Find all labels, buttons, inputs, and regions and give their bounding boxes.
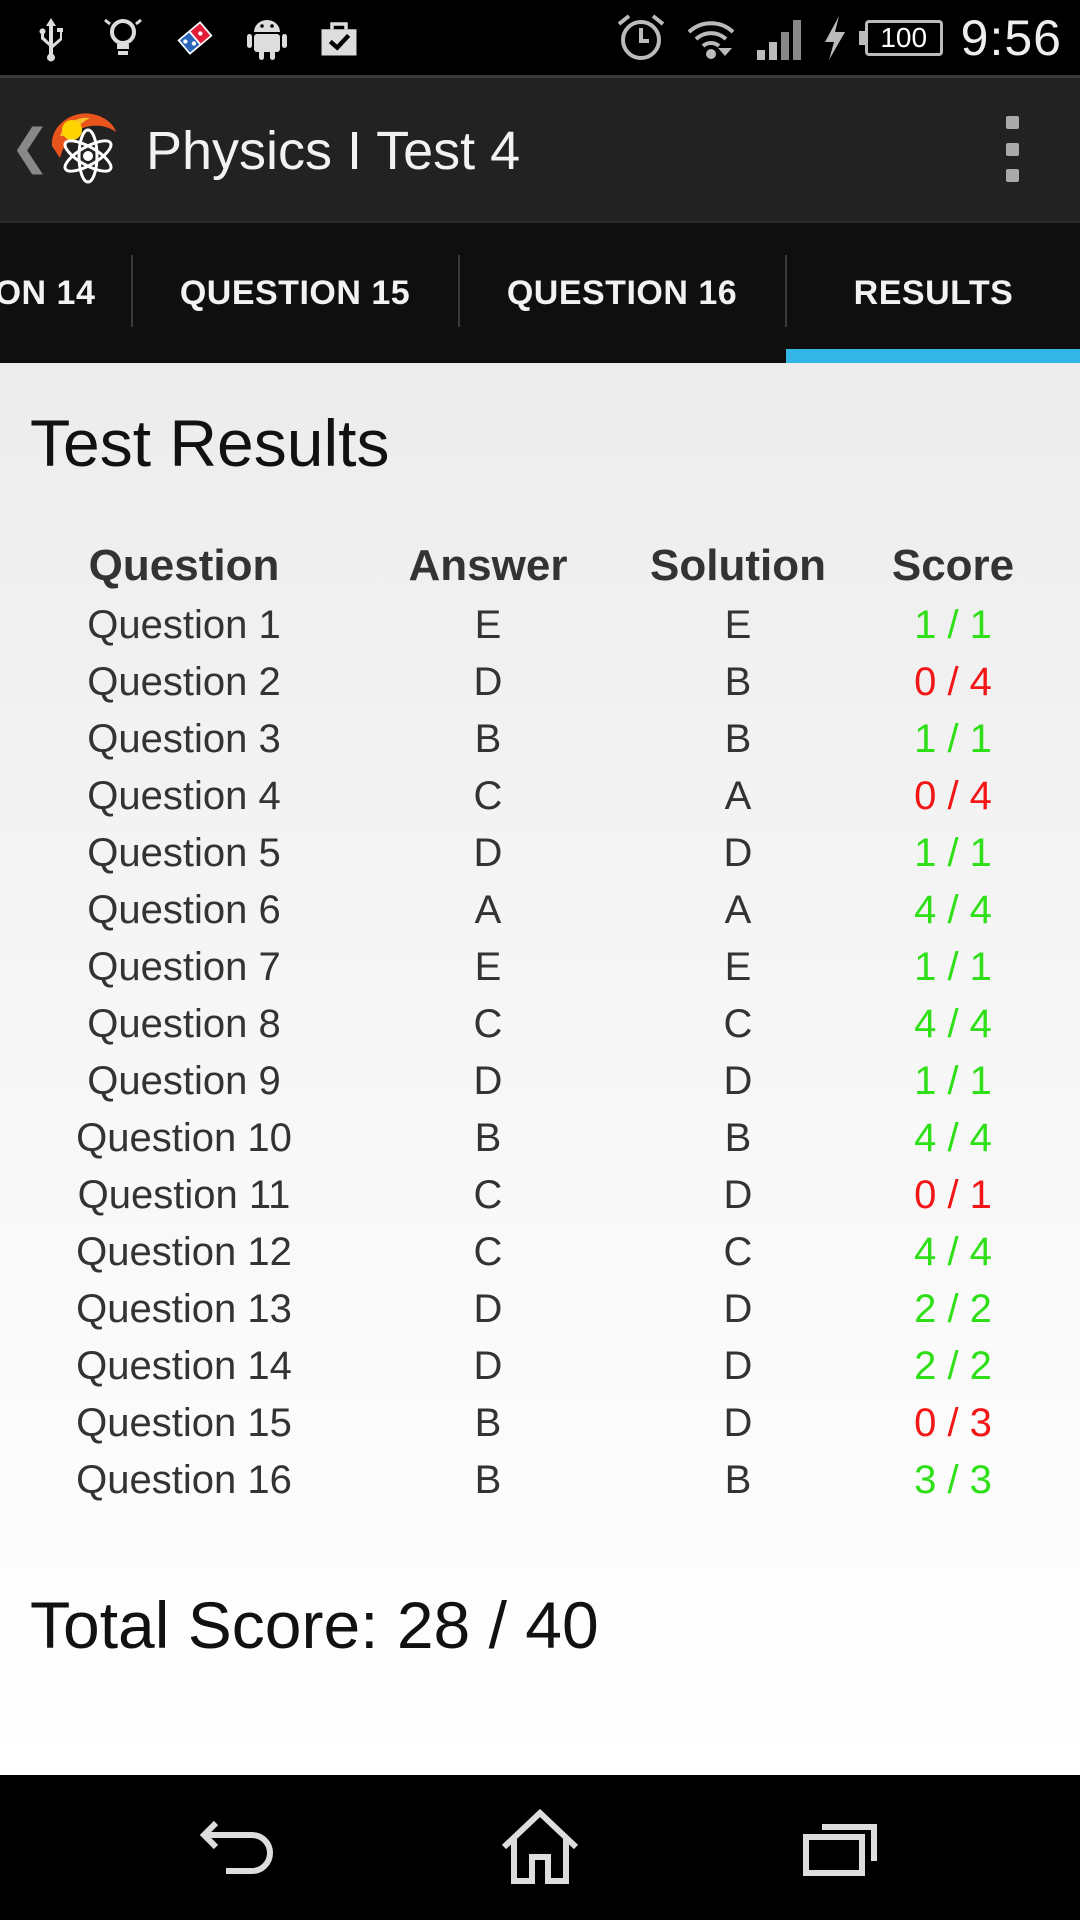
table-row: Question 8CC4 / 4 [30, 996, 1030, 1053]
table-row: Question 12 C C 4 / 4 [30, 1224, 1030, 1281]
tab-question-15[interactable]: QUESTION 15 [133, 223, 457, 363]
table-row: Question 13 D D 2 / 2 [30, 1281, 1030, 1338]
score-cell: 1 / 1 [914, 945, 992, 989]
question-cell: Question 6 [87, 888, 281, 932]
usb-icon [30, 14, 72, 62]
table-row: Question 1EE1 / 1 [30, 597, 1030, 654]
notification-icons [30, 10, 360, 65]
question-cell: Question 3 [87, 717, 281, 761]
question-cell: Question 14 [76, 1344, 292, 1388]
tab-strip: ON 14 QUESTION 15 QUESTION 16 RESULTS [0, 221, 1080, 363]
results-content: Test Results Question Answer Solution Sc… [0, 363, 1080, 1775]
question-cell: Question 11 [77, 1173, 291, 1217]
navigation-bar [0, 1775, 1080, 1920]
android-icon [246, 14, 288, 62]
total-score: Total Score: 28 / 40 [30, 1588, 599, 1662]
clipboard-check-icon [318, 14, 360, 62]
column-header-score: Score [891, 541, 1015, 590]
question-cell: Question 8 [87, 1002, 281, 1046]
score-cell: 1 / 1 [914, 831, 992, 875]
table-row: Question 16 B B 3 / 3 [30, 1452, 1030, 1509]
question-cell: Question 4 [87, 774, 281, 818]
lightbulb-icon [102, 14, 144, 62]
question-cell: Question 2 [87, 660, 281, 704]
score-cell: 1 / 1 [914, 1059, 992, 1103]
back-icon[interactable] [192, 1805, 288, 1889]
score-cell: 2 / 2 [914, 1344, 992, 1388]
atom-logo-icon[interactable] [42, 106, 124, 188]
overflow-menu-icon[interactable] [1000, 116, 1024, 182]
action-bar: ❮ Physics I Test 4 [0, 75, 1080, 221]
table-row: Question 6AA4 / 4 [30, 882, 1030, 939]
system-icons: 100 9:56 [615, 8, 1062, 68]
question-cell: Question 15 [76, 1401, 292, 1445]
score-cell: 0 / 4 [914, 774, 992, 818]
score-cell: 4 / 4 [914, 1116, 992, 1160]
table-row: Question 4CA0 / 4 [30, 768, 1030, 825]
question-cell: Question 5 [87, 831, 281, 875]
score-cell: 2 / 2 [914, 1287, 992, 1331]
tab-results[interactable]: RESULTS [787, 223, 1080, 363]
table-row: Question 7EE1 / 1 [30, 939, 1030, 996]
score-cell: 0 / 4 [914, 660, 992, 704]
battery-icon: 100 [858, 20, 943, 56]
score-cell: 3 / 3 [914, 1458, 992, 1502]
table-row: Question 2DB0 / 4 [30, 654, 1030, 711]
score-cell: 4 / 4 [914, 1230, 992, 1274]
tab-question-14[interactable]: ON 14 [0, 223, 100, 363]
table-row: Question 9DD1 / 1 [30, 1053, 1030, 1110]
question-cell: Question 13 [76, 1287, 292, 1331]
table-row: Question 14 D D 2 / 2 [30, 1338, 1030, 1395]
signal-icon [755, 14, 803, 62]
table-row: Question 5DD1 / 1 [30, 825, 1030, 882]
score-cell: 1 / 1 [914, 603, 992, 647]
question-cell: Question 9 [87, 1059, 281, 1103]
clock: 9:56 [960, 10, 1062, 66]
score-cell: 4 / 4 [914, 1002, 992, 1046]
dominos-icon [174, 14, 216, 62]
app-title: Physics I Test 4 [146, 121, 521, 181]
table-row: Question 10 B B 4 / 4 [30, 1110, 1030, 1167]
column-header-question: Question [88, 541, 280, 590]
table-row: Question 15 B D 0 / 3 [30, 1395, 1030, 1452]
score-cell: 4 / 4 [914, 888, 992, 932]
score-cell: 0 / 1 [914, 1173, 992, 1217]
tab-question-16[interactable]: QUESTION 16 [460, 223, 784, 363]
score-cell: 0 / 3 [914, 1401, 992, 1445]
alarm-icon [615, 12, 667, 64]
question-cell: Question 7 [87, 945, 281, 989]
tab-selected-indicator [786, 349, 1080, 363]
status-bar: 100 9:56 [0, 0, 1080, 75]
question-cell: Question 1 [87, 603, 281, 647]
charging-icon [821, 14, 847, 62]
table-row: Question 3BB1 / 1 [30, 711, 1030, 768]
question-cell: Question 16 [76, 1458, 292, 1502]
home-icon[interactable] [492, 1805, 588, 1889]
page-title: Test Results [30, 406, 390, 480]
score-cell: 1 / 1 [914, 717, 992, 761]
question-cell: Question 12 [76, 1230, 292, 1274]
wifi-icon [685, 14, 737, 62]
table-row: Question 11 C D 0 / 1 [30, 1167, 1030, 1224]
table-header-row: Question Answer Solution Score [30, 535, 1030, 597]
question-cell: Question 10 [76, 1116, 292, 1160]
recent-apps-icon[interactable] [792, 1805, 888, 1889]
table-body: Question 1EE1 / 1 Question 2DB0 / 4 Questi… [30, 597, 1030, 1509]
results-table: Question Answer Solution Score Question … [30, 535, 1030, 1509]
